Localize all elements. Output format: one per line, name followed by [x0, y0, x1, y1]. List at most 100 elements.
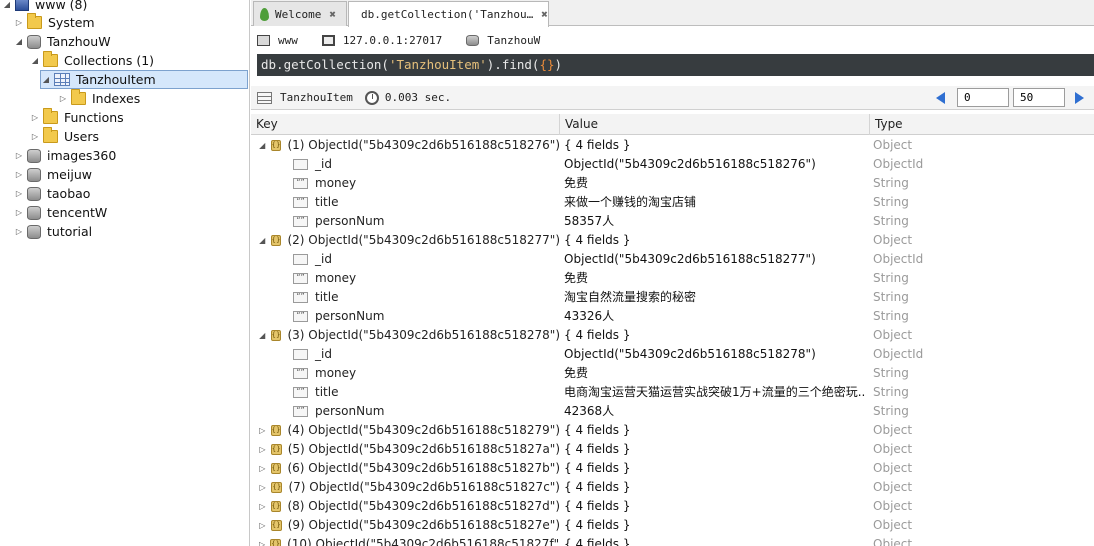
previous-page-icon[interactable] [936, 91, 945, 104]
tree-node-label: Collections (1) [64, 53, 155, 68]
tree-node-label: Indexes [92, 91, 141, 106]
document-row[interactable]: ◢ {} (1) ObjectId("5b4309c2d6b516188c51827… [251, 136, 1094, 155]
expand-arrow-icon[interactable]: ▷ [14, 184, 24, 203]
expand-arrow-icon[interactable]: ▷ [259, 478, 266, 497]
computer-icon [257, 34, 270, 46]
pagination [936, 88, 1084, 107]
tab-welcome[interactable]: Welcome ✖ [253, 1, 347, 26]
expand-arrow-icon[interactable]: ▷ [30, 127, 40, 146]
tree-node-database-tutorial[interactable]: ▷ tutorial [14, 222, 92, 241]
string-type-icon [293, 406, 308, 417]
tree-node-database-images360[interactable]: ▷ images360 [14, 146, 116, 165]
expand-arrow-icon[interactable]: ▷ [14, 222, 24, 241]
field-row[interactable]: money 免费 String [251, 174, 1094, 193]
document-row[interactable]: ▷ {} (8) ObjectId("5b4309c2d6b516188c51827… [251, 497, 1094, 516]
column-header-type[interactable]: Type [870, 114, 1094, 135]
tab-query[interactable]: db.getCollection('Tanzhou… ✖ [348, 1, 549, 27]
collapse-arrow-icon[interactable]: ◢ [14, 32, 24, 51]
column-header-value[interactable]: Value [560, 114, 870, 135]
key-text: title [315, 195, 339, 209]
value-cell: { 4 fields } [564, 138, 631, 152]
column-header-key[interactable]: Key [251, 114, 560, 135]
value-cell: 42368人 [564, 404, 615, 418]
object-icon: {} [270, 140, 282, 151]
key-text: (5) ObjectId("5b4309c2d6b516188c51827a") [287, 442, 560, 456]
tab-label: db.getCollection('Tanzhou… [361, 8, 534, 21]
type-cell: ObjectId [873, 252, 924, 266]
field-row[interactable]: personNum 43326人 String [251, 307, 1094, 326]
collapse-arrow-icon[interactable]: ◢ [2, 0, 12, 14]
expand-arrow-icon[interactable]: ▷ [259, 421, 266, 440]
field-row[interactable]: _id ObjectId("5b4309c2d6b516188c518276") O… [251, 155, 1094, 174]
database-icon [27, 186, 41, 201]
collapse-arrow-icon[interactable]: ◢ [259, 136, 266, 155]
tree-node-database-taobao[interactable]: ▷ taobao [14, 184, 91, 203]
expand-arrow-icon[interactable]: ▷ [30, 108, 40, 127]
server-icon [15, 0, 29, 11]
expand-arrow-icon[interactable]: ▷ [58, 89, 68, 108]
collapse-arrow-icon[interactable]: ◢ [30, 51, 40, 70]
close-icon[interactable]: ✖ [541, 8, 548, 21]
string-type-icon [293, 311, 308, 322]
expand-arrow-icon[interactable]: ▷ [259, 535, 265, 546]
field-row[interactable]: personNum 58357人 String [251, 212, 1094, 231]
field-row[interactable]: _id ObjectId("5b4309c2d6b516188c518277") O… [251, 250, 1094, 269]
expand-arrow-icon[interactable]: ▷ [259, 497, 266, 516]
string-type-icon [293, 178, 308, 189]
tree-node-database-tencentw[interactable]: ▷ tencentW [14, 203, 107, 222]
document-row[interactable]: ◢ {} (3) ObjectId("5b4309c2d6b516188c51827… [251, 326, 1094, 345]
document-row[interactable]: ▷ {} (4) ObjectId("5b4309c2d6b516188c51827… [251, 421, 1094, 440]
type-cell: Object [873, 537, 913, 546]
next-page-icon[interactable] [1075, 91, 1084, 104]
type-cell: Object [873, 423, 913, 437]
expand-arrow-icon[interactable]: ▷ [14, 203, 24, 222]
tree-node-users[interactable]: ▷ Users [30, 127, 99, 146]
results-tree-table: ◢ {} (1) ObjectId("5b4309c2d6b516188c51827… [251, 136, 1094, 546]
field-row[interactable]: _id ObjectId("5b4309c2d6b516188c518278") O… [251, 345, 1094, 364]
field-row[interactable]: title 电商淘宝运营天猫运营实战突破1万+流量的三个绝密玩... String [251, 383, 1094, 402]
expand-arrow-icon[interactable]: ▷ [259, 459, 266, 478]
tree-node-label: www (8) [35, 0, 88, 12]
key-text: money [315, 271, 357, 285]
limit-input[interactable] [1013, 88, 1065, 107]
field-row[interactable]: money 免费 String [251, 364, 1094, 383]
tree-node-database-meijuw[interactable]: ▷ meijuw [14, 165, 92, 184]
collapse-arrow-icon[interactable]: ◢ [259, 326, 266, 345]
document-row[interactable]: ▷ {} (6) ObjectId("5b4309c2d6b516188c51827… [251, 459, 1094, 478]
key-cell: money [251, 364, 560, 383]
close-icon[interactable]: ✖ [329, 8, 336, 21]
collapse-arrow-icon[interactable]: ◢ [41, 70, 51, 89]
query-editor[interactable]: db.getCollection('TanzhouItem').find({}) [257, 54, 1094, 76]
skip-input[interactable] [957, 88, 1009, 107]
expand-arrow-icon[interactable]: ▷ [14, 13, 24, 32]
key-text: (6) ObjectId("5b4309c2d6b516188c51827b") [287, 461, 560, 475]
collapse-arrow-icon[interactable]: ◢ [259, 231, 266, 250]
tree-node-database-tanzhouw[interactable]: ◢ TanzhouW [14, 32, 111, 51]
expand-arrow-icon[interactable]: ▷ [14, 165, 24, 184]
key-cell: personNum [251, 402, 560, 421]
type-cell: String [873, 214, 909, 228]
expand-arrow-icon[interactable]: ▷ [259, 516, 266, 535]
connection-name-label: www [278, 33, 298, 47]
tree-node-indexes[interactable]: ▷ Indexes [58, 89, 140, 108]
document-row[interactable]: ▷ {} (10) ObjectId("5b4309c2d6b516188c5182… [251, 535, 1094, 546]
field-row[interactable]: title 淘宝自然流量搜索的秘密 String [251, 288, 1094, 307]
type-cell: String [873, 366, 909, 380]
type-cell: String [873, 195, 909, 209]
expand-arrow-icon[interactable]: ▷ [259, 440, 266, 459]
document-row[interactable]: ◢ {} (2) ObjectId("5b4309c2d6b516188c51827… [251, 231, 1094, 250]
document-row[interactable]: ▷ {} (9) ObjectId("5b4309c2d6b516188c51827… [251, 516, 1094, 535]
expand-arrow-icon[interactable]: ▷ [14, 146, 24, 165]
tree-node-collection-tanzhouitem[interactable]: ◢ TanzhouItem [40, 70, 248, 89]
tree-node-system[interactable]: ▷ System [14, 13, 95, 32]
field-row[interactable]: personNum 42368人 String [251, 402, 1094, 421]
type-cell: Object [873, 480, 913, 494]
document-row[interactable]: ▷ {} (7) ObjectId("5b4309c2d6b516188c51827… [251, 478, 1094, 497]
type-cell: Object [873, 499, 913, 513]
field-row[interactable]: money 免费 String [251, 269, 1094, 288]
tree-node-connection[interactable]: ◢ www (8) [2, 0, 87, 14]
tree-node-collections[interactable]: ◢ Collections (1) [30, 51, 154, 70]
tree-node-functions[interactable]: ▷ Functions [30, 108, 124, 127]
document-row[interactable]: ▷ {} (5) ObjectId("5b4309c2d6b516188c51827… [251, 440, 1094, 459]
field-row[interactable]: title 来做一个赚钱的淘宝店铺 String [251, 193, 1094, 212]
